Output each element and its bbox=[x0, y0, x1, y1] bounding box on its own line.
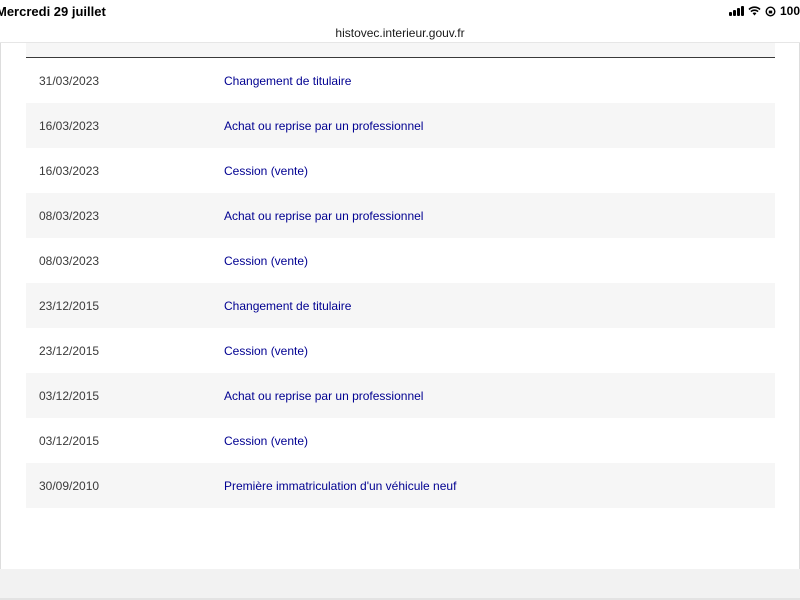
status-bar: Mercredi 29 juillet 100 bbox=[0, 0, 800, 24]
cellular-signal-icon bbox=[728, 6, 744, 16]
battery-percentage: 100 bbox=[779, 4, 800, 18]
wifi-icon bbox=[748, 6, 761, 16]
row-date: 16/03/2023 bbox=[39, 163, 100, 178]
table-row: 03/12/2015 Cession (vente) bbox=[26, 418, 775, 463]
row-event: Achat ou reprise par un professionnel bbox=[224, 208, 424, 223]
row-event: Première immatriculation d'un véhicule n… bbox=[224, 478, 457, 493]
history-card: 31/03/2023 Changement de titulaire 16/03/2… bbox=[0, 43, 800, 570]
table-row: 30/09/2010 Première immatriculation d'un … bbox=[26, 463, 775, 508]
history-table-body: 31/03/2023 Changement de titulaire 16/03/2… bbox=[26, 58, 775, 508]
row-date: 08/03/2023 bbox=[39, 253, 100, 268]
row-event: Changement de titulaire bbox=[224, 73, 352, 88]
row-date: 23/12/2015 bbox=[39, 343, 100, 358]
row-event: Changement de titulaire bbox=[224, 298, 352, 313]
row-date: 08/03/2023 bbox=[39, 208, 100, 223]
row-date: 03/12/2015 bbox=[39, 388, 100, 403]
table-row: 08/03/2023 Cession (vente) bbox=[26, 238, 775, 283]
row-event: Cession (vente) bbox=[224, 163, 309, 178]
row-date: 03/12/2015 bbox=[39, 433, 100, 448]
row-date: 16/03/2023 bbox=[39, 118, 100, 133]
row-event: Cession (vente) bbox=[224, 253, 309, 268]
table-row: 31/03/2023 Changement de titulaire bbox=[26, 58, 775, 103]
row-event: Cession (vente) bbox=[224, 343, 309, 358]
row-event: Achat ou reprise par un professionnel bbox=[224, 118, 424, 133]
status-icons: 100 bbox=[728, 4, 800, 18]
table-row: 16/03/2023 Cession (vente) bbox=[26, 148, 775, 193]
status-date-time: Mercredi 29 juillet bbox=[0, 4, 106, 19]
address-bar[interactable]: histovec.interieur.gouv.fr bbox=[0, 24, 800, 43]
table-row: 23/12/2015 Changement de titulaire bbox=[26, 283, 775, 328]
table-row: 08/03/2023 Achat ou reprise par un profes… bbox=[26, 193, 775, 238]
table-row: 16/03/2023 Achat ou reprise par un profes… bbox=[26, 103, 775, 148]
row-event: Cession (vente) bbox=[224, 433, 309, 448]
table-header bbox=[26, 43, 775, 58]
table-row: 03/12/2015 Achat ou reprise par un profes… bbox=[26, 373, 775, 418]
orientation-lock-icon bbox=[765, 5, 776, 17]
row-date: 31/03/2023 bbox=[39, 73, 100, 88]
row-date: 23/12/2015 bbox=[39, 298, 100, 313]
url-text[interactable]: histovec.interieur.gouv.fr bbox=[335, 26, 464, 40]
page-bottom bbox=[0, 569, 800, 600]
row-event: Achat ou reprise par un professionnel bbox=[224, 388, 424, 403]
table-row: 23/12/2015 Cession (vente) bbox=[26, 328, 775, 373]
row-date: 30/09/2010 bbox=[39, 478, 100, 493]
